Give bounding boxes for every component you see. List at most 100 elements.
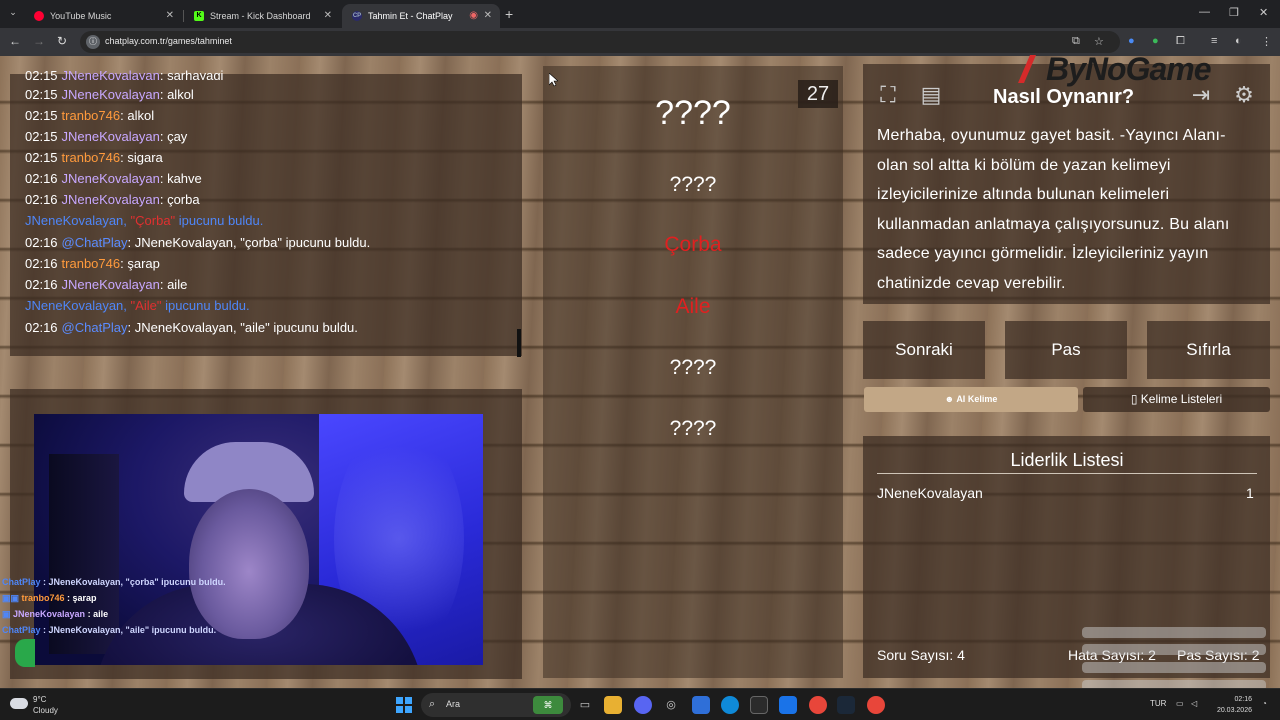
restore-icon[interactable]: ❐ [1229,6,1239,19]
chat-line: 02:15 JNeneKovalayan: alkol [25,87,194,102]
chat-time: 02:16 [25,192,58,207]
divider [877,473,1257,474]
leaderboard-title: Liderlik Listesi [1010,450,1124,470]
extensions-puzzle-icon[interactable]: ⧠ [1176,35,1185,48]
edge-icon[interactable] [721,696,739,714]
profile-avatar-icon[interactable]: ◐ [1235,35,1242,47]
overlay-user: ChatPlay [2,625,41,635]
rules-document-icon[interactable]: ▤ [916,80,946,110]
reload-icon[interactable]: ↻ [57,34,67,48]
leaderboard-entry-name: JNeneKovalayan [877,485,983,501]
notification-toast [1082,644,1266,655]
discord-icon[interactable] [634,696,652,714]
tab-tahmin-et[interactable]: CP Tahmin Et - ChatPlay ◉ ✕ [342,4,500,28]
system-hint-found-line: JNeneKovalayan, "Çorba" ipucunu buldu. [25,213,263,228]
reset-button[interactable]: Sıfırla [1147,321,1270,379]
close-icon[interactable]: ✕ [324,10,332,21]
tab-search-icon[interactable]: ⌄ [6,7,20,21]
search-label: Ara [446,699,461,709]
chat-time: 02:15 [25,108,58,123]
chrome-icon[interactable] [867,696,885,714]
chat-message: şarap [127,256,160,271]
chat-time: 02:16 [25,320,58,335]
steam-icon[interactable] [837,696,855,714]
chat-time: 02:15 [25,87,58,102]
chat-message: çay [167,129,188,144]
hint-word-found: Aile [675,295,711,318]
minimize-icon[interactable]: — [1199,6,1210,18]
network-icon[interactable]: ▭ [1176,699,1184,708]
search-highlight-icon: ⌘ [533,696,563,714]
document-icon: ▯ [1130,392,1141,406]
taskbar-search[interactable]: ⌕ Ara ⌘ [421,693,571,717]
bookmark-star-icon[interactable]: ☆ [1094,35,1104,48]
new-tab-plus-icon[interactable]: + [505,6,513,22]
notification-bell-icon[interactable]: ◔ [1262,699,1267,708]
fullscreen-icon[interactable]: ⛶ [873,80,903,110]
hint-word: ???? [669,173,717,196]
menu-kebab-icon[interactable]: ⋮ [1261,35,1272,48]
app-icon[interactable]: ◎ [662,696,680,714]
leaderboard-entry-score: 1 [1246,485,1254,501]
taskbar: 9°C Cloudy ⌕ Ara ⌘ ▭ ◎ TUR ▭ ◁ 02:16 20.… [0,688,1280,720]
settings-gear-icon[interactable]: ⚙ [1229,80,1259,110]
chrome-icon[interactable] [809,696,827,714]
volume-icon[interactable]: ◁ [1191,699,1197,708]
chat-scrollbar[interactable] [517,329,521,357]
overlay-badge-icon: ▣ [2,609,14,619]
cloud-icon [10,698,28,709]
forward-arrow-icon[interactable]: → [33,34,45,48]
next-button[interactable]: Sonraki [863,321,985,379]
tab-title: YouTube Music [50,11,112,21]
tab-youtube-music[interactable]: YouTube Music ✕ [24,4,182,28]
chat-message: sarhayagi [167,68,224,80]
how-to-play-title: Nasıl Oynanır? [993,86,1135,108]
windows-start-icon[interactable] [396,697,412,713]
window-close-icon[interactable]: ✕ [1259,6,1268,19]
youtube-music-icon [34,11,44,21]
chat-time: 02:15 [25,129,58,144]
found-word: "Çorba" [130,213,176,228]
kick-icon: K [194,11,204,21]
browser-tab-bar: ⌄ YouTube Music ✕ K Stream - Kick Dashbo… [0,0,1280,28]
language-indicator[interactable]: TUR [1150,699,1166,708]
task-view-icon[interactable]: ▭ [576,696,594,714]
mail-icon[interactable] [779,696,797,714]
chat-user: JNeneKovalayan, [25,213,127,228]
file-explorer-icon[interactable] [604,696,622,714]
app-icon[interactable] [692,696,710,714]
mouse-cursor-icon [549,73,558,87]
chat-user: JNeneKovalayan, [25,298,127,313]
media-control-icon[interactable]: ≡ [1211,35,1217,47]
pass-button[interactable]: Pas [1005,321,1127,379]
site-info-icon[interactable]: ⓘ [86,35,100,49]
store-icon[interactable] [750,696,768,714]
chat-user: JNeneKovalayan [61,129,160,144]
back-arrow-icon[interactable]: ← [9,34,21,48]
extension-icon[interactable]: ● [1152,35,1159,47]
system-text: ipucunu buldu. [165,298,250,313]
overlay-message: JNeneKovalayan, "aile" ipucunu buldu. [48,625,217,635]
word-lists-button[interactable]: ▯ Kelime Listeleri [1083,387,1270,412]
hint-word: ???? [669,417,717,440]
chat-time: 02:16 [25,235,58,250]
tab-kick-dashboard[interactable]: K Stream - Kick Dashboard ✕ [184,4,340,28]
bot-line: 02:16 @ChatPlay: JNeneKovalayan, "aile" i… [25,320,358,335]
overlay-message: JNeneKovalayan, "çorba" ipucunu buldu. [48,577,226,587]
chat-line: 02:16 JNeneKovalayan: kahve [25,171,202,186]
ai-word-button[interactable]: ☻ AI Kelime [864,387,1078,412]
clock-date: 20.03.2026 [1216,707,1252,714]
chat-user: @ChatPlay [61,320,128,335]
chat-line: 02:16 JNeneKovalayan: çorba [25,192,200,207]
chat-user: JNeneKovalayan [61,192,160,207]
system-clock[interactable]: 02:16 20.03.2026 [1208,694,1252,716]
search-icon: ⌕ [429,698,436,710]
address-bar[interactable]: ⓘ chatplay.com.tr/games/tahminet [80,31,1120,53]
translate-icon[interactable]: ⧉ [1072,35,1080,48]
close-icon[interactable]: ✕ [166,10,174,21]
close-icon[interactable]: ✕ [484,10,492,21]
webcam-microphone [49,454,119,654]
found-word: "Aile" [130,298,162,313]
chat-user: JNeneKovalayan [61,171,160,186]
extension-icon[interactable]: ● [1128,35,1135,47]
